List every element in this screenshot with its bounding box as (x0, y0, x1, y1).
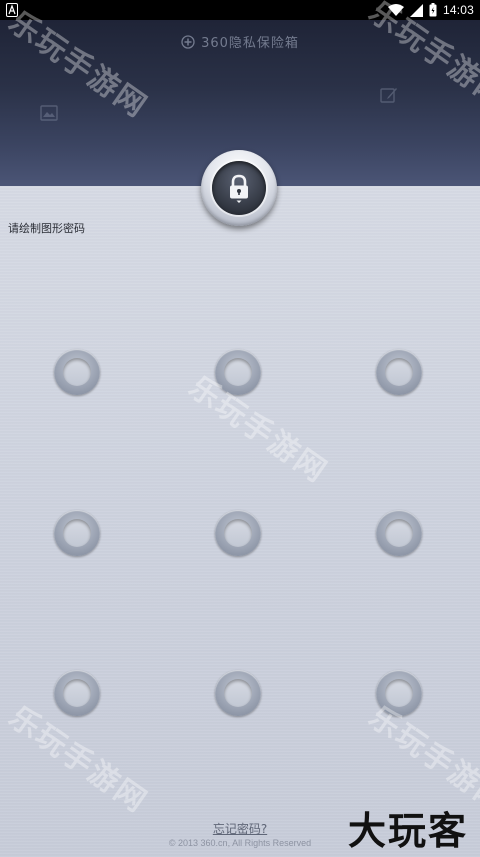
pattern-dot-1[interactable] (54, 349, 100, 395)
pattern-dot-center (63, 679, 91, 707)
pattern-dot-5[interactable] (215, 510, 261, 556)
pattern-dot-4[interactable] (54, 510, 100, 556)
image-icon[interactable] (40, 104, 58, 122)
pattern-dot-3[interactable] (376, 349, 422, 395)
pattern-dot-7[interactable] (54, 670, 100, 716)
lock-button-inner (212, 161, 266, 215)
battery-icon (429, 3, 437, 17)
pattern-dot-center (224, 679, 252, 707)
pattern-dot-center (224, 519, 252, 547)
pattern-dot-center (385, 519, 413, 547)
lock-button[interactable] (201, 150, 277, 226)
pattern-dot-center (385, 358, 413, 386)
app-title-text: 360隐私保险箱 (201, 36, 299, 51)
pattern-dot-center (63, 519, 91, 547)
plus-circle-icon (181, 34, 195, 49)
pattern-prompt: 请绘制图形密码 (8, 222, 85, 235)
padlock-icon (230, 174, 248, 203)
edit-icon[interactable] (380, 86, 398, 104)
corner-watermark-logo: 大玩客 (347, 809, 468, 853)
pattern-dot-6[interactable] (376, 510, 422, 556)
pattern-dot-center (63, 358, 91, 386)
status-time: 14:03 (442, 3, 474, 17)
forgot-password-label: 忘记密码? (212, 822, 268, 836)
pattern-dot-8[interactable] (215, 670, 261, 716)
